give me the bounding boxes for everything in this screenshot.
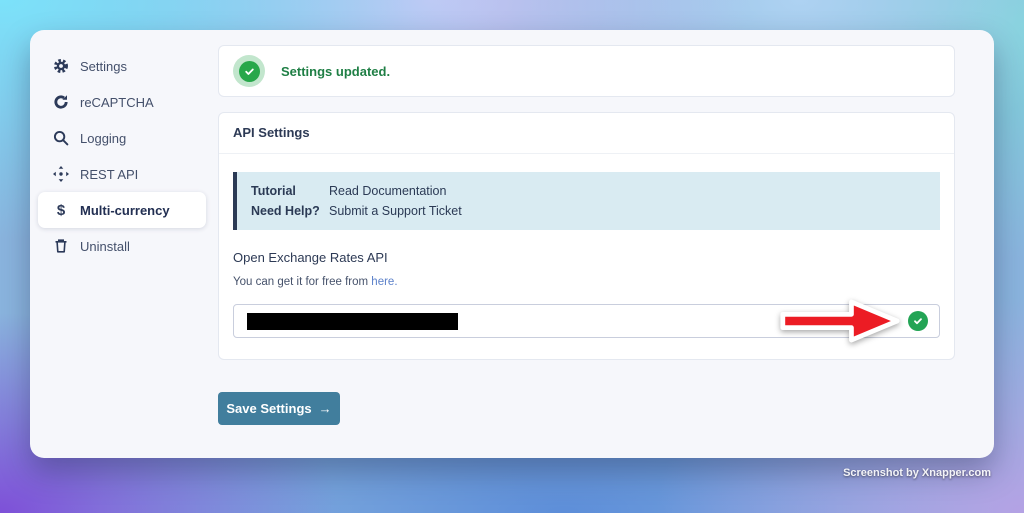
arrow-right-icon: → — [319, 401, 332, 416]
api-field-help: You can get it for free from here. — [233, 276, 940, 288]
sidebar-item-label: reCAPTCHA — [80, 95, 154, 110]
sidebar: Settings reCAPTCHA Log — [38, 48, 206, 264]
valid-check-icon — [908, 311, 928, 331]
api-settings-panel: API Settings Tutorial Read Documentation… — [218, 112, 955, 360]
desktop-background: Settings reCAPTCHA Log — [0, 0, 1024, 513]
settings-window: Settings reCAPTCHA Log — [30, 30, 994, 458]
sidebar-item-rest-api[interactable]: REST API — [38, 156, 206, 192]
red-arrow-annotation — [779, 298, 901, 344]
sidebar-item-label: Logging — [80, 131, 126, 146]
api-field-label: Open Exchange Rates API — [233, 250, 940, 265]
panel-title: API Settings — [219, 113, 954, 154]
alert-message: Settings updated. — [281, 64, 390, 79]
info-link-read-documentation[interactable]: Read Documentation — [329, 184, 446, 198]
here-link[interactable]: here. — [371, 276, 397, 288]
tutorial-info-box: Tutorial Read Documentation Need Help? S… — [233, 172, 940, 230]
sidebar-item-settings[interactable]: Settings — [38, 48, 206, 84]
help-text: You can get it for free from — [233, 276, 368, 288]
gear-icon — [53, 58, 69, 74]
info-link-support-ticket[interactable]: Submit a Support Ticket — [329, 204, 462, 218]
search-icon — [53, 130, 69, 146]
panel-body: Tutorial Read Documentation Need Help? S… — [219, 154, 954, 356]
move-icon — [53, 166, 69, 182]
xnapper-watermark: Screenshot by Xnapper.com — [843, 467, 991, 479]
trash-icon — [53, 238, 69, 254]
info-label: Need Help? — [251, 204, 329, 218]
recaptcha-icon — [53, 94, 69, 110]
sidebar-item-recaptcha[interactable]: reCAPTCHA — [38, 84, 206, 120]
save-settings-button[interactable]: Save Settings → — [218, 392, 340, 425]
info-label: Tutorial — [251, 184, 329, 198]
content-area: Settings updated. API Settings Tutorial … — [218, 30, 955, 458]
sidebar-item-multi-currency[interactable]: $ Multi-currency — [38, 192, 206, 228]
sidebar-item-logging[interactable]: Logging — [38, 120, 206, 156]
success-check-icon — [233, 55, 265, 87]
info-row-tutorial: Tutorial Read Documentation — [251, 184, 940, 198]
info-row-need-help: Need Help? Submit a Support Ticket — [251, 204, 940, 218]
dollar-icon: $ — [53, 202, 69, 218]
success-alert: Settings updated. — [218, 45, 955, 97]
redaction-bar — [247, 313, 458, 330]
sidebar-item-label: Settings — [80, 59, 127, 74]
api-key-input[interactable] — [233, 304, 940, 338]
sidebar-item-uninstall[interactable]: Uninstall — [38, 228, 206, 264]
sidebar-item-label: Multi-currency — [80, 203, 170, 218]
sidebar-item-label: Uninstall — [80, 239, 130, 254]
save-settings-label: Save Settings — [226, 401, 311, 416]
sidebar-item-label: REST API — [80, 167, 138, 182]
